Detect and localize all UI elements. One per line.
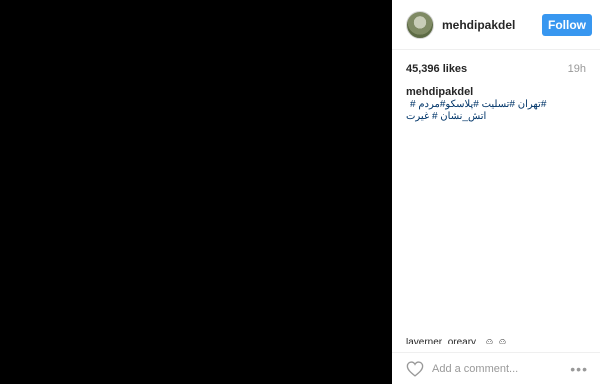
instagram-post: mehdipakdel Follow 45,396 likes 19h mehd… — [0, 0, 600, 384]
header-username[interactable]: mehdipakdel — [442, 18, 515, 32]
post-footer: ••• — [392, 352, 600, 384]
post-header: mehdipakdel Follow — [392, 0, 600, 50]
caption-hashtags-line2[interactable]: آتش_نشان # غیرت — [406, 111, 588, 123]
likes-count[interactable]: 45,396 likes — [406, 63, 467, 75]
post-media[interactable] — [0, 0, 392, 384]
post-time[interactable]: 19h — [568, 63, 586, 75]
caption-username[interactable]: mehdipakdel — [406, 86, 473, 98]
post-caption: mehdipakdel # تهران #تسلیت #پلاسکو#مردم#… — [406, 86, 588, 123]
caption-hashtags-line1[interactable]: # تهران #تسلیت #پلاسکو#مردم# — [410, 99, 546, 110]
add-comment-input[interactable] — [432, 362, 565, 375]
heart-icon[interactable] — [406, 360, 424, 377]
follow-button[interactable]: Follow — [542, 13, 592, 36]
post-meta: 45,396 likes 19h — [406, 63, 586, 75]
partial-comment: laverner_oreary_ ☺ ☺ — [406, 338, 508, 344]
more-options-icon[interactable]: ••• — [570, 362, 588, 376]
post-side-panel: mehdipakdel Follow 45,396 likes 19h mehd… — [392, 0, 600, 384]
user-avatar[interactable] — [406, 10, 434, 39]
